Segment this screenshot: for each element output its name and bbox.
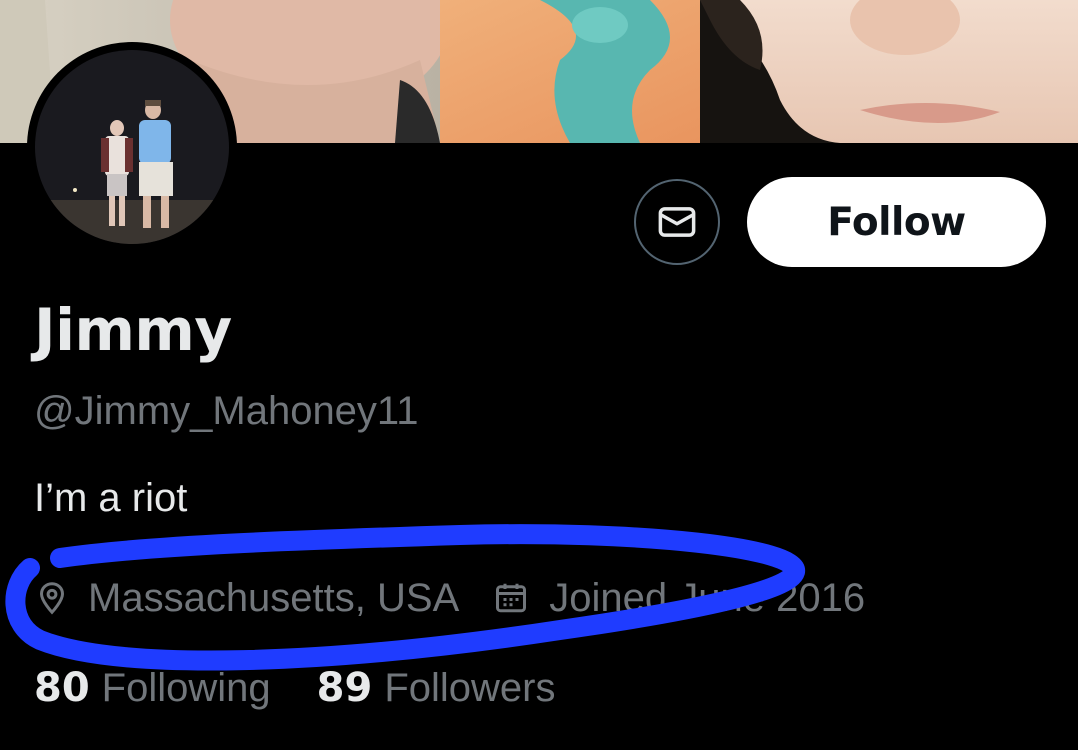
follow-stats: 80 Following 89 Followers	[34, 665, 555, 711]
location-text: Massachusetts, USA	[88, 575, 460, 620]
followers-label: Followers	[384, 666, 556, 710]
joined-date-text: Joined June 2016	[549, 575, 866, 620]
follow-button[interactable]: Follow	[747, 177, 1046, 267]
followers-link[interactable]: 89 Followers	[317, 665, 556, 711]
avatar-image	[35, 50, 229, 244]
display-name: Jimmy	[34, 296, 232, 364]
following-label: Following	[101, 666, 271, 710]
message-button[interactable]	[634, 179, 720, 265]
avatar[interactable]	[27, 42, 237, 252]
user-bio: I’m a riot	[34, 476, 188, 520]
followers-count: 89	[316, 665, 373, 711]
map-pin-icon	[34, 580, 70, 616]
profile-page: Follow Jimmy @Jimmy_Mahoney11 I’m a riot…	[0, 0, 1078, 750]
envelope-icon	[658, 207, 696, 237]
following-count: 80	[34, 665, 90, 711]
user-handle: @Jimmy_Mahoney11	[34, 389, 419, 433]
calendar-icon	[493, 580, 529, 616]
following-link[interactable]: 80 Following	[34, 665, 271, 711]
profile-meta: Massachusetts, USA Joined June 2016	[34, 574, 865, 622]
